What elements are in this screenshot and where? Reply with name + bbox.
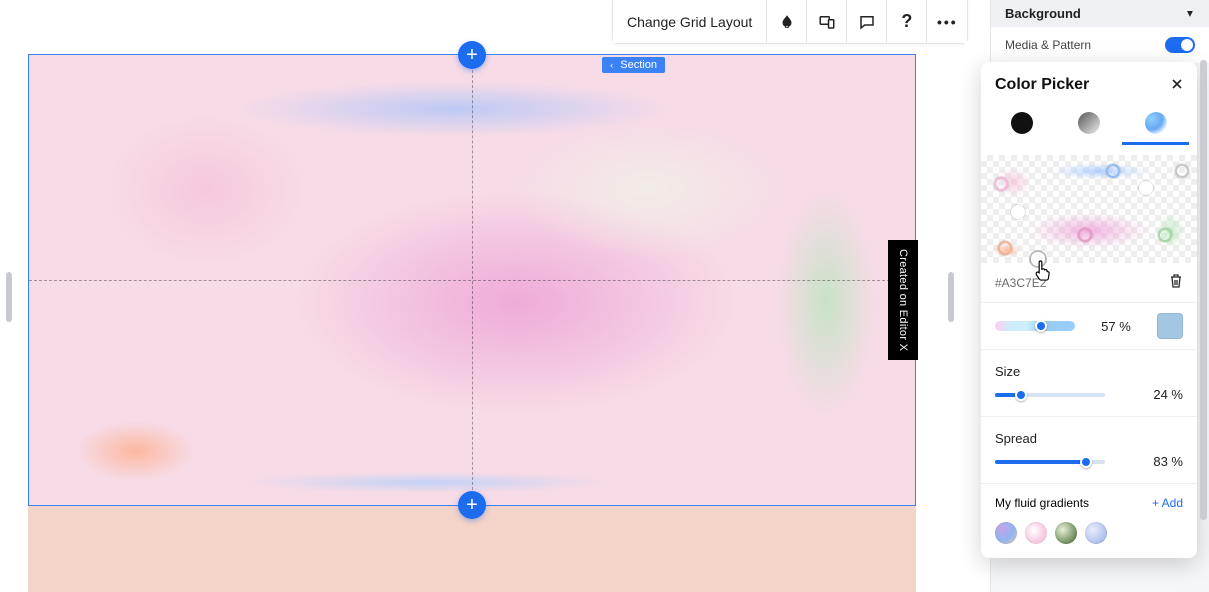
solid-color-icon (1011, 112, 1033, 134)
section-badge[interactable]: ‹ Section (602, 57, 665, 73)
add-section-below-button[interactable]: + (458, 491, 486, 519)
opacity-slider[interactable] (995, 321, 1075, 331)
linear-gradient-icon (1078, 112, 1100, 134)
color-picker-title: Color Picker (995, 76, 1089, 94)
gradient-handle[interactable] (1106, 164, 1120, 178)
mode-fluid-tab[interactable] (1122, 112, 1189, 145)
media-pattern-toggle[interactable] (1165, 37, 1195, 53)
size-value: 24 % (1153, 387, 1183, 402)
droplet-icon (778, 13, 796, 31)
size-slider[interactable] (995, 388, 1105, 402)
fluid-gradient-icon (1145, 112, 1167, 134)
opacity-row: 57 % (981, 303, 1197, 350)
spread-label: Spread (995, 431, 1183, 446)
saved-gradients-label: My fluid gradients (995, 496, 1089, 510)
color-picker-header: Color Picker (981, 62, 1197, 112)
section-toolbar: Change Grid Layout ? ••• (612, 0, 968, 44)
gradient-handle[interactable] (1175, 164, 1189, 178)
gradient-handle-active[interactable] (1031, 252, 1045, 266)
background-section-header[interactable]: Background ▲ (991, 0, 1209, 27)
saved-gradient-swatches (981, 516, 1197, 544)
size-label: Size (995, 364, 1183, 379)
editorx-badge[interactable]: Created on Editor X (888, 240, 918, 360)
gradient-handle[interactable] (1078, 228, 1092, 242)
mode-gradient-tab[interactable] (1056, 112, 1123, 145)
hex-value[interactable]: #A3C7E2 (995, 276, 1046, 290)
media-pattern-row: Media & Pattern (991, 27, 1209, 63)
gradient-handle[interactable] (1158, 228, 1172, 242)
close-button[interactable] (1171, 77, 1183, 93)
background-title: Background (1005, 6, 1081, 21)
guide-horizontal (29, 280, 915, 281)
spread-block: Spread 83 % (981, 417, 1197, 484)
color-mode-tabs (981, 112, 1197, 155)
gradient-handle[interactable] (1011, 205, 1025, 219)
size-block: Size 24 % (981, 350, 1197, 417)
delete-stop-button[interactable] (1169, 273, 1183, 292)
mode-solid-tab[interactable] (989, 112, 1056, 145)
devices-icon (818, 13, 836, 31)
section-badge-label: Section (620, 59, 657, 71)
section-frame[interactable]: ‹ Section + + (28, 54, 916, 506)
slider-thumb[interactable] (1015, 389, 1027, 401)
chevron-down-icon: ▲ (1185, 8, 1195, 19)
spread-value: 83 % (1153, 454, 1183, 469)
slider-thumb[interactable] (1080, 456, 1092, 468)
hex-row: #A3C7E2 (981, 263, 1197, 303)
canvas-scroll-left-handle[interactable] (6, 272, 12, 322)
canvas-region: ‹ Section + + Created on Editor X (0, 0, 990, 592)
current-color-swatch[interactable] (1157, 313, 1183, 339)
trash-icon (1169, 273, 1183, 289)
responsive-button[interactable] (807, 0, 847, 43)
right-panel-scrollbar[interactable] (1200, 60, 1207, 520)
close-icon (1171, 78, 1183, 90)
media-pattern-label: Media & Pattern (1005, 38, 1091, 52)
saved-gradient-swatch[interactable] (1055, 522, 1077, 544)
gradient-handle[interactable] (1139, 181, 1153, 195)
saved-gradients-row: My fluid gradients + Add (981, 484, 1197, 516)
canvas-scroll-right-handle[interactable] (948, 272, 954, 322)
slider-thumb[interactable] (1035, 320, 1047, 332)
saved-gradient-swatch[interactable] (1025, 522, 1047, 544)
more-options-button[interactable]: ••• (927, 0, 967, 43)
color-picker-panel: Color Picker #A3C7E2 (981, 62, 1197, 558)
gradient-handle[interactable] (998, 241, 1012, 255)
animations-button[interactable] (767, 0, 807, 43)
comments-button[interactable] (847, 0, 887, 43)
ellipsis-icon: ••• (937, 14, 958, 30)
help-button[interactable]: ? (887, 0, 927, 43)
add-section-above-button[interactable]: + (458, 41, 486, 69)
gradient-map[interactable] (981, 155, 1197, 263)
opacity-value: 57 % (1101, 319, 1131, 334)
change-grid-layout-button[interactable]: Change Grid Layout (613, 0, 767, 43)
change-grid-layout-label: Change Grid Layout (627, 14, 752, 30)
help-icon: ? (901, 11, 912, 32)
spread-slider[interactable] (995, 455, 1105, 469)
add-gradient-button[interactable]: + Add (1152, 496, 1183, 510)
chevron-left-icon: ‹ (610, 60, 613, 70)
saved-gradient-swatch[interactable] (995, 522, 1017, 544)
comment-icon (858, 13, 876, 31)
saved-gradient-swatch[interactable] (1085, 522, 1107, 544)
gradient-handle[interactable] (994, 177, 1008, 191)
